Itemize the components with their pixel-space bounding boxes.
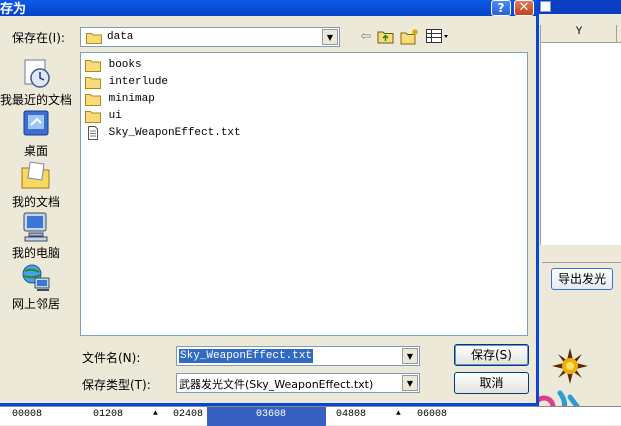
text-file-icon <box>88 126 98 140</box>
timeline-label: 01208 <box>93 409 124 420</box>
recent-documents-icon <box>24 59 50 88</box>
save-as-dialog: 存为 ? ✕ 保存在(I): data ▼ ⇦ 我最近的文档 桌面 我的文档 我… <box>0 0 539 406</box>
folder-icon <box>85 60 101 72</box>
place-label: 我最近的文档 <box>0 93 73 107</box>
save-button[interactable]: 保存(S) <box>454 344 529 366</box>
list-item[interactable]: Sky_WeaponEffect.txt <box>85 126 241 142</box>
timeline-marker-icon: ▲ <box>396 409 401 418</box>
chevron-down-icon[interactable]: ▼ <box>402 375 418 391</box>
folder-icon <box>85 111 101 123</box>
my-computer-icon <box>23 212 48 242</box>
column-separator <box>540 25 541 43</box>
timeline-label: 04808 <box>336 409 367 420</box>
list-item[interactable]: interlude <box>85 75 168 91</box>
place-label: 我的文档 <box>11 195 60 209</box>
filename-label: 文件名(N): <box>82 351 141 365</box>
place-my-documents[interactable]: 我的文档 <box>0 160 72 210</box>
place-recent-documents[interactable]: 我最近的文档 <box>0 58 72 108</box>
list-item[interactable]: ui <box>85 109 122 125</box>
places-bar: 我最近的文档 桌面 我的文档 我的电脑 网上邻居 <box>0 52 72 316</box>
filename-input[interactable]: Sky_WeaponEffect.txt ▼ <box>176 346 420 366</box>
list-item[interactable]: minimap <box>85 92 155 108</box>
place-desktop[interactable]: 桌面 <box>0 109 72 159</box>
up-folder-icon[interactable] <box>376 28 396 46</box>
background-divider <box>542 262 621 263</box>
view-menu-icon[interactable] <box>424 28 450 46</box>
place-label: 我的电脑 <box>11 246 60 260</box>
background-grid-header: Y <box>540 25 621 43</box>
column-separator <box>616 25 617 43</box>
file-name: minimap <box>108 93 155 105</box>
effect-preview-icon <box>552 348 588 384</box>
network-places-icon <box>22 264 50 291</box>
cancel-button[interactable]: 取消 <box>454 372 529 394</box>
timeline-label: 03608 <box>256 409 287 420</box>
list-item[interactable]: books <box>85 58 142 74</box>
column-header-y[interactable]: Y <box>559 26 599 38</box>
timeline-label: 06008 <box>417 409 448 420</box>
folder-icon <box>86 33 102 44</box>
place-network-places[interactable]: 网上邻居 <box>0 262 72 312</box>
file-name: ui <box>108 110 122 122</box>
file-name: books <box>108 59 142 71</box>
my-documents-icon <box>21 161 50 189</box>
desktop-icon <box>23 110 49 136</box>
save-in-value: data <box>107 31 134 43</box>
timeline-ruler[interactable]: 00008 01208 ▲ 02408 03608 04808 ▲ 06008 <box>0 406 621 426</box>
place-label: 桌面 <box>23 144 48 158</box>
file-list[interactable]: books interlude minimap ui Sky_WeaponEff… <box>80 52 528 336</box>
filename-value: Sky_WeaponEffect.txt <box>179 349 314 363</box>
background-checkbox[interactable] <box>540 1 551 12</box>
help-button[interactable]: ? <box>491 0 511 16</box>
background-titlebar <box>536 0 621 14</box>
export-glow-button[interactable]: 导出发光 <box>551 268 613 290</box>
dialog-title: 存为 <box>0 2 27 17</box>
chevron-down-icon[interactable]: ▼ <box>322 29 338 45</box>
place-label: 网上邻居 <box>11 297 60 311</box>
dialog-titlebar[interactable]: 存为 ? ✕ <box>0 0 536 17</box>
new-folder-icon[interactable] <box>400 28 420 46</box>
timeline-marker-icon: ▲ <box>153 409 158 418</box>
save-in-dropdown[interactable]: data ▼ <box>80 27 340 47</box>
chevron-down-icon[interactable]: ▼ <box>402 348 418 364</box>
file-name: interlude <box>108 76 169 88</box>
folder-icon <box>85 94 101 106</box>
filetype-value: 武器发光文件(Sky_WeaponEffect.txt) <box>179 378 374 391</box>
timeline-label: 02408 <box>173 409 204 420</box>
save-in-label: 保存在(I): <box>12 31 65 45</box>
back-arrow-icon[interactable]: ⇦ <box>356 28 376 46</box>
filetype-dropdown[interactable]: 武器发光文件(Sky_WeaponEffect.txt) ▼ <box>176 373 420 393</box>
filetype-label: 保存类型(T): <box>82 378 151 392</box>
close-button[interactable]: ✕ <box>514 0 534 16</box>
file-name: Sky_WeaponEffect.txt <box>108 127 241 139</box>
folder-icon <box>85 77 101 89</box>
place-my-computer[interactable]: 我的电脑 <box>0 211 72 261</box>
background-data-grid[interactable] <box>540 25 621 245</box>
timeline-label: 00008 <box>12 409 43 420</box>
